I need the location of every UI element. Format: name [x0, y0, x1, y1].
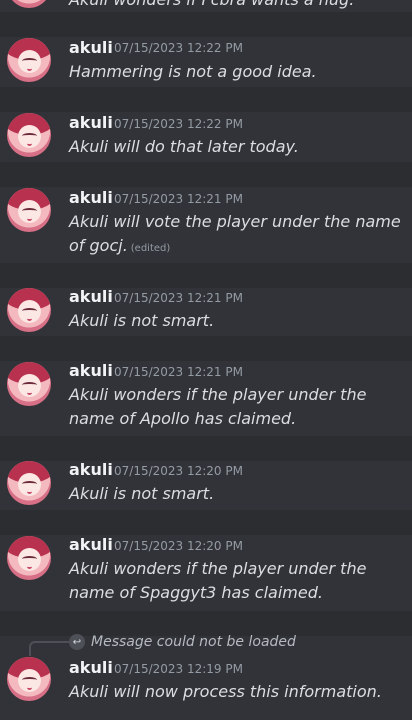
avatar[interactable] [7, 38, 51, 82]
message-text: Hammering is not a good idea. [69, 62, 317, 81]
message-separator [0, 12, 412, 37]
author-name[interactable]: akuli [69, 361, 113, 381]
avatar[interactable] [7, 113, 51, 157]
message-separator [0, 436, 412, 461]
message-text: Akuli will vote the player under the nam… [69, 210, 404, 261]
timestamp[interactable]: 07/15/2023 12:19 PM [114, 659, 243, 679]
reply-arrow-icon: ↩ [69, 634, 85, 650]
timestamp[interactable]: 07/15/2023 12:22 PM [114, 114, 243, 134]
message-text: Akuli will do that later today. [69, 137, 299, 156]
message-separator [0, 87, 412, 112]
message-text: Akuli wonders if the player under the na… [69, 385, 367, 428]
message-separator [0, 336, 412, 361]
author-name[interactable]: akuli [69, 460, 113, 480]
avatar[interactable] [7, 362, 51, 406]
author-name[interactable]: akuli [69, 113, 113, 133]
timestamp[interactable]: 07/15/2023 12:22 PM [114, 38, 243, 58]
message-text: Akuli wonders if Fcbra wants a hug. [69, 0, 354, 12]
message-separator [0, 263, 412, 288]
timestamp[interactable]: 07/15/2023 12:20 PM [114, 461, 243, 481]
message-body: Akuli will vote the player under the nam… [69, 212, 401, 255]
message-separator [0, 162, 412, 187]
message-text: Akuli is not smart. [69, 484, 215, 503]
timestamp[interactable]: 07/15/2023 12:21 PM [114, 288, 243, 308]
author-name[interactable]: akuli [69, 38, 113, 58]
timestamp[interactable]: 07/15/2023 12:21 PM [114, 362, 243, 382]
avatar[interactable] [7, 657, 51, 701]
avatar[interactable] [7, 188, 51, 232]
reply-reference[interactable]: ↩ Message could not be loaded [69, 633, 296, 651]
timestamp[interactable]: 07/15/2023 12:20 PM [114, 536, 243, 556]
timestamp[interactable]: 07/15/2023 12:21 PM [114, 189, 243, 209]
reply-spine [29, 641, 69, 656]
message-text: Akuli is not smart. [69, 311, 215, 330]
message-separator [0, 510, 412, 535]
reply-text: Message could not be loaded [91, 634, 296, 650]
avatar[interactable] [7, 0, 51, 8]
avatar[interactable] [7, 288, 51, 332]
author-name[interactable]: akuli [69, 658, 113, 678]
author-name[interactable]: akuli [69, 535, 113, 555]
author-name[interactable]: akuli [69, 188, 113, 208]
message-text: Akuli will now process this information. [69, 682, 382, 701]
avatar[interactable] [7, 461, 51, 505]
author-name[interactable]: akuli [69, 287, 113, 307]
message-text: Akuli wonders if the player under the na… [69, 559, 367, 602]
avatar[interactable] [7, 536, 51, 580]
edited-label: (edited) [130, 243, 171, 254]
